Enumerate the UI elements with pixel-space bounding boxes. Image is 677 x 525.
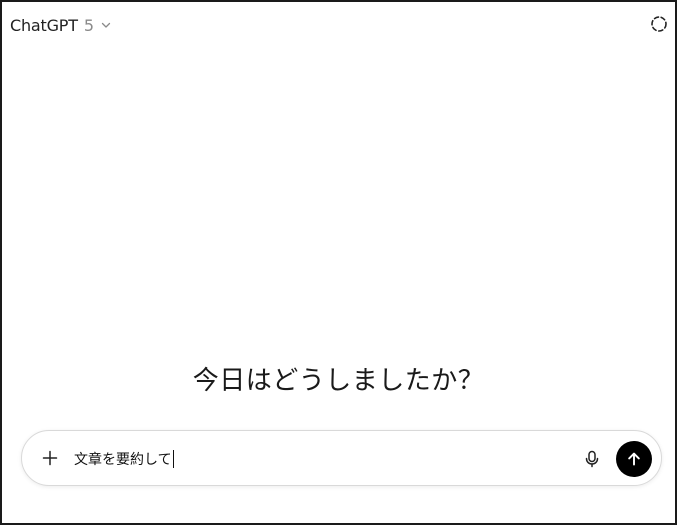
chat-window: ChatGPT 5 今日はどうしましたか？ 文章を要約して [0, 0, 677, 525]
chevron-down-icon [99, 18, 113, 32]
prompt-input[interactable]: 文章を要約して [74, 448, 174, 470]
arrow-up-icon [626, 451, 642, 467]
composer: 文章を要約して [21, 430, 662, 486]
dictate-button[interactable] [581, 448, 603, 470]
prompt-input-text: 文章を要約して [74, 452, 172, 468]
model-selector[interactable]: ChatGPT 5 [10, 13, 113, 37]
greeting-heading: 今日はどうしましたか？ [192, 366, 485, 396]
dashed-circle-icon [650, 15, 668, 33]
model-version: 5 [83, 15, 94, 35]
send-button[interactable] [616, 441, 652, 477]
temporary-chat-button[interactable] [648, 13, 670, 35]
text-caret [172, 450, 174, 468]
add-attachment-button[interactable] [39, 447, 61, 469]
model-name: ChatGPT [10, 15, 78, 35]
plus-icon [41, 449, 59, 467]
microphone-icon [584, 450, 600, 468]
